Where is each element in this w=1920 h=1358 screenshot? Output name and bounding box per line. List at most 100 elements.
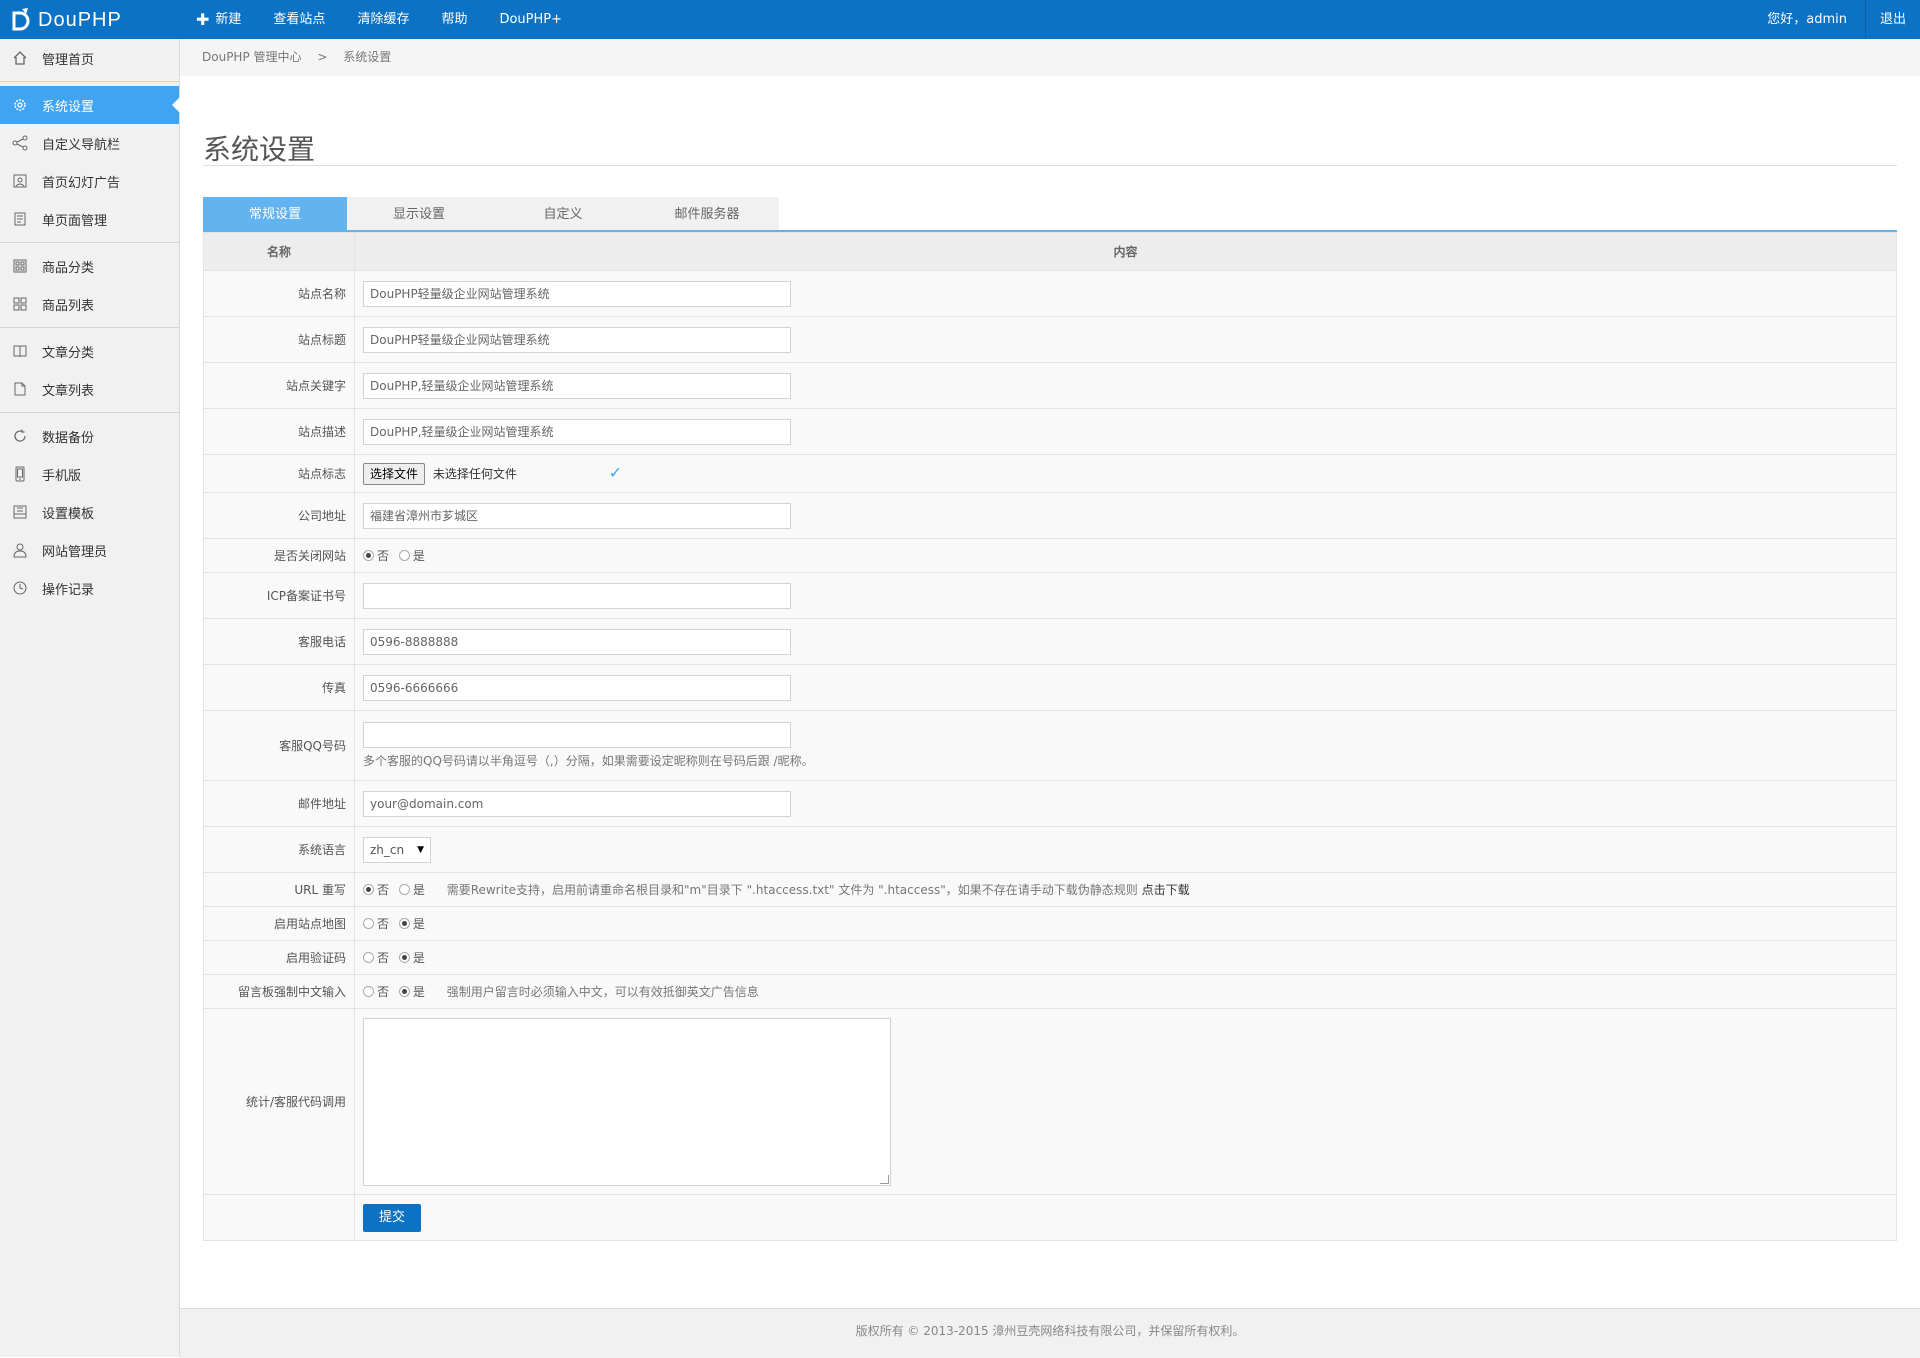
icp-input[interactable] [363,582,791,609]
guestbook-no-radio[interactable] [363,986,374,997]
rewrite-no-radio[interactable] [363,884,374,895]
sidebar-item-product-list[interactable]: 商品列表 [0,285,179,323]
breadcrumb-home[interactable]: DouPHP 管理中心 [202,50,302,64]
close-site-no-radio[interactable] [363,550,374,561]
address-input[interactable] [363,502,791,529]
rewrite-note: 需要Rewrite支持，启用前请重命名根目录和"m"目录下 ".htaccess… [446,883,1190,897]
sidebar-item-logs[interactable]: 操作记录 [0,569,179,607]
home-icon [12,50,28,66]
col-content-header: 内容 [354,232,1897,271]
site-description-input[interactable] [363,418,791,445]
table-row: 邮件地址 [203,780,1897,827]
fax-label: 传真 [203,664,355,711]
rewrite-label: URL 重写 [203,872,355,907]
sidebar-item-single-pages[interactable]: 单页面管理 [0,200,179,238]
captcha-label: 启用验证码 [203,940,355,975]
document-icon [12,211,28,227]
site-title-input[interactable] [363,326,791,353]
logout-button[interactable]: 退出 [1864,0,1920,39]
sidebar-item-custom-nav[interactable]: 自定义导航栏 [0,124,179,162]
clock-icon [12,580,28,596]
douphp-logo-icon [10,8,32,32]
sidebar-divider [0,327,179,328]
qq-hint: 多个客服的QQ号码请以半角逗号（,）分隔，如果需要设定昵称则在号码后跟 /昵称。 [363,754,814,768]
stats-code-textarea[interactable] [363,1017,891,1186]
language-select[interactable]: zh_cn ▼ [363,836,431,863]
close-site-yes-radio[interactable] [398,550,410,561]
table-row: ICP备案证书号 [203,572,1897,619]
tab-custom[interactable]: 自定义 [491,197,635,230]
captcha-yes-radio[interactable] [398,952,410,963]
refresh-icon [12,428,28,444]
guestbook-label: 留言板强制中文输入 [203,974,355,1009]
tab-mail-server[interactable]: 邮件服务器 [635,197,779,230]
rewrite-yes-radio[interactable] [398,884,410,895]
new-button[interactable]: ✚ 新建 [180,0,257,39]
sitemap-yes-radio[interactable] [398,918,410,929]
settings-table: 名称 内容 站点名称 站点标题 站点关键字 站点描述 站点标志 选择文件 未选择… [203,232,1897,1241]
sidebar-item-product-categories[interactable]: 商品分类 [0,247,179,285]
fax-input[interactable] [363,674,791,701]
settings-tabs: 常规设置 显示设置 自定义 邮件服务器 [203,197,1897,232]
main-content: DouPHP 管理中心 > 系统设置 系统设置 常规设置 显示设置 自定义 邮件… [180,39,1920,1309]
table-row: 提交 [203,1194,1897,1241]
sidebar-item-dashboard[interactable]: 管理首页 [0,39,179,77]
sidebar-item-system-settings[interactable]: 系统设置 [0,86,180,124]
email-input[interactable] [363,790,791,817]
download-rules-link[interactable]: 点击下载 [1142,883,1190,897]
share-icon [12,135,28,151]
table-row: URL 重写 否 是 需要Rewrite支持，启用前请重命名根目录和"m"目录下… [203,872,1897,907]
logo[interactable]: DouPHP [10,6,180,34]
tel-input[interactable] [363,628,791,655]
top-right: 您好，admin 退出 [1749,0,1920,39]
site-title-label: 站点标题 [203,316,355,363]
help-link[interactable]: 帮助 [425,0,483,39]
stats-code-label: 统计/客服代码调用 [203,1008,355,1195]
sitemap-label: 启用站点地图 [203,906,355,941]
table-row: 启用验证码 否 是 [203,940,1897,975]
douphp-plus-link[interactable]: DouPHP+ [483,0,578,39]
dropdown-arrow-icon: ▼ [417,844,424,855]
sidebar: 管理首页 系统设置 自定义导航栏 首页幻灯广告 单页面管理 商品分类 商品列表 … [0,39,180,1357]
tab-general[interactable]: 常规设置 [203,197,347,230]
sidebar-item-article-list[interactable]: 文章列表 [0,370,179,408]
submit-button[interactable]: 提交 [363,1203,422,1232]
site-name-input[interactable] [363,280,791,307]
site-keywords-input[interactable] [363,372,791,399]
table-row: 统计/客服代码调用 [203,1008,1897,1195]
sidebar-item-templates[interactable]: 设置模板 [0,493,179,531]
address-label: 公司地址 [203,492,355,539]
captcha-no-radio[interactable] [363,952,374,963]
icp-label: ICP备案证书号 [203,572,355,619]
qq-input[interactable] [363,722,791,748]
table-row: 客服电话 [203,618,1897,665]
table-row: 系统语言 zh_cn ▼ [203,826,1897,873]
sidebar-item-mobile[interactable]: 手机版 [0,455,179,493]
guestbook-yes-radio[interactable] [398,986,410,997]
sidebar-item-admins[interactable]: 网站管理员 [0,531,179,569]
choose-file-button[interactable]: 选择文件 [363,462,426,485]
view-site-link[interactable]: 查看站点 [257,0,341,39]
sitemap-no-radio[interactable] [363,918,374,929]
clear-cache-link[interactable]: 清除缓存 [341,0,425,39]
image-icon [12,173,28,189]
resize-handle-icon[interactable] [880,1174,889,1184]
file-status: 未选择任何文件 [432,466,517,481]
grid-icon [12,258,28,274]
table-row: 留言板强制中文输入 否 是 强制用户留言时必须输入中文，可以有效抵御英文广告信息 [203,974,1897,1009]
sidebar-item-backup[interactable]: 数据备份 [0,417,179,455]
site-logo-label: 站点标志 [203,454,355,493]
sidebar-item-slideshow[interactable]: 首页幻灯广告 [0,162,179,200]
tab-display[interactable]: 显示设置 [347,197,491,230]
site-description-label: 站点描述 [203,408,355,455]
file-icon [12,381,28,397]
user-greeting[interactable]: 您好，admin [1749,0,1865,39]
sidebar-item-article-categories[interactable]: 文章分类 [0,332,179,370]
table-row: 公司地址 [203,492,1897,539]
table-row: 启用站点地图 否 是 [203,906,1897,941]
template-icon [12,504,28,520]
guestbook-note: 强制用户留言时必须输入中文，可以有效抵御英文广告信息 [446,985,759,999]
table-header-row: 名称 内容 [203,232,1897,271]
page-title: 系统设置 [203,132,316,166]
site-keywords-label: 站点关键字 [203,362,355,409]
